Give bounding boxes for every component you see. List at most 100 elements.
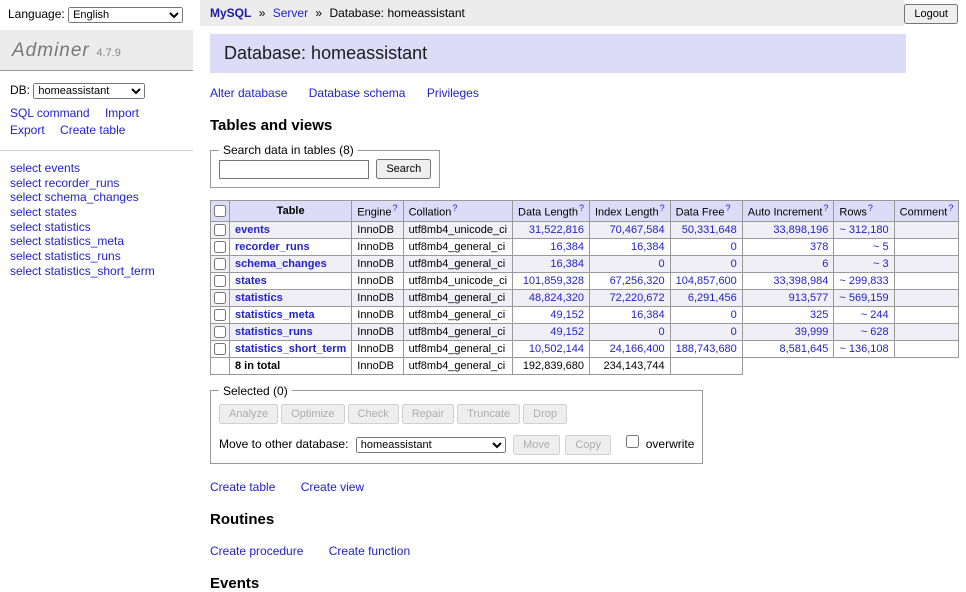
db-select[interactable]: homeassistant [33,83,145,99]
language-select[interactable]: English [68,7,183,23]
index-length-link[interactable]: 70,467,584 [610,224,665,236]
data-length-link[interactable]: 10,502,144 [529,343,584,355]
data-free-link[interactable]: 104,857,600 [676,275,737,287]
table-name-link-events[interactable]: events [235,224,270,236]
select-recorder-runs-link[interactable]: select recorder_runs [10,176,119,190]
rows-link[interactable]: ~ 299,833 [839,275,888,287]
row-checkbox-states[interactable] [214,275,226,287]
select-states-link[interactable]: select states [10,205,77,219]
breadcrumb-mysql-link[interactable]: MySQL [210,6,251,20]
breadcrumb-server-link[interactable]: Server [273,6,308,20]
sidebar-link-sql-command[interactable]: SQL command [10,106,90,120]
auto-increment-link[interactable]: 325 [810,309,828,321]
help-link-auto-increment[interactable]: ? [823,203,828,213]
search-button[interactable]: Search [376,159,431,179]
table-name-link-statistics_meta[interactable]: statistics_meta [235,309,315,321]
action-link-create-function[interactable]: Create function [329,544,410,558]
auto-increment-link[interactable]: 33,398,984 [773,275,828,287]
auto-increment-link[interactable]: 378 [810,241,828,253]
data-length-link[interactable]: 16,384 [550,241,584,253]
row-checkbox-events[interactable] [214,224,226,236]
bulk-repair-button[interactable]: Repair [402,404,454,424]
data-free-link[interactable]: 0 [731,326,737,338]
data-free-link[interactable]: 50,331,648 [682,224,737,236]
table-name-link-statistics[interactable]: statistics [235,292,283,304]
auto-increment-link[interactable]: 8,581,645 [779,343,828,355]
auto-increment-link[interactable]: 39,999 [795,326,829,338]
rows-link[interactable]: ~ 569,159 [839,292,888,304]
data-length-link[interactable]: 31,522,816 [529,224,584,236]
data-free-link[interactable]: 0 [731,241,737,253]
row-checkbox-statistics_meta[interactable] [214,309,226,321]
sidebar-link-import[interactable]: Import [105,106,139,120]
data-free-link[interactable]: 188,743,680 [676,343,737,355]
select-statistics-link[interactable]: select statistics [10,220,91,234]
help-link-collation[interactable]: ? [452,203,457,213]
help-link-engine[interactable]: ? [393,203,398,213]
move-db-select[interactable]: homeassistant [356,437,506,453]
bulk-analyze-button[interactable]: Analyze [219,404,278,424]
rows-link[interactable]: ~ 136,108 [839,343,888,355]
row-checkbox-recorder_runs[interactable] [214,241,226,253]
index-length-link[interactable]: 16,384 [631,241,665,253]
nav-link-database-schema[interactable]: Database schema [309,86,406,100]
index-length-link[interactable]: 67,256,320 [610,275,665,287]
data-length-link[interactable]: 49,152 [550,309,584,321]
rows-link[interactable]: ~ 628 [861,326,889,338]
select-statistics-short-term-link[interactable]: select statistics_short_term [10,264,155,278]
table-name-link-statistics_short_term[interactable]: statistics_short_term [235,343,346,355]
help-link-rows[interactable]: ? [868,203,873,213]
data-length-link[interactable]: 48,824,320 [529,292,584,304]
bulk-optimize-button[interactable]: Optimize [281,404,344,424]
select-events-link[interactable]: select events [10,161,80,175]
sidebar-link-export[interactable]: Export [10,123,45,137]
table-name-link-states[interactable]: states [235,275,267,287]
action-link-create-view[interactable]: Create view [301,480,364,494]
rows-link[interactable]: ~ 312,180 [839,224,888,236]
auto-increment-link[interactable]: 33,898,196 [773,224,828,236]
select-statistics-runs-link[interactable]: select statistics_runs [10,249,121,263]
row-checkbox-statistics[interactable] [214,292,226,304]
help-link-data-free[interactable]: ? [726,203,731,213]
index-length-link[interactable]: 0 [659,326,665,338]
row-checkbox-statistics_runs[interactable] [214,326,226,338]
help-link-index-length[interactable]: ? [660,203,665,213]
bulk-truncate-button[interactable]: Truncate [457,404,520,424]
data-free-link[interactable]: 0 [731,258,737,270]
search-input[interactable] [219,160,369,179]
select-all-checkbox[interactable] [214,205,226,217]
index-length-link[interactable]: 16,384 [631,309,665,321]
data-free-link[interactable]: 0 [731,309,737,321]
move-button[interactable]: Move [513,435,560,455]
data-length-link[interactable]: 101,859,328 [523,275,584,287]
select-schema-changes-link[interactable]: select schema_changes [10,190,139,204]
index-length-link[interactable]: 72,220,672 [610,292,665,304]
row-checkbox-schema_changes[interactable] [214,258,226,270]
data-length-link[interactable]: 16,384 [550,258,584,270]
sidebar-link-create-table[interactable]: Create table [60,123,125,137]
auto-increment-link[interactable]: 913,577 [789,292,829,304]
copy-button[interactable]: Copy [565,435,611,455]
help-link-comment[interactable]: ? [948,203,953,213]
index-length-link[interactable]: 24,166,400 [610,343,665,355]
rows-link[interactable]: ~ 5 [873,241,889,253]
adminer-logo[interactable]: Adminer [12,40,90,61]
index-length-link[interactable]: 0 [659,258,665,270]
nav-link-privileges[interactable]: Privileges [427,86,479,100]
row-checkbox-statistics_short_term[interactable] [214,343,226,355]
table-name-link-recorder_runs[interactable]: recorder_runs [235,241,310,253]
table-name-link-statistics_runs[interactable]: statistics_runs [235,326,313,338]
table-name-link-schema_changes[interactable]: schema_changes [235,258,327,270]
auto-increment-link[interactable]: 6 [822,258,828,270]
data-length-link[interactable]: 49,152 [550,326,584,338]
nav-link-alter-database[interactable]: Alter database [210,86,287,100]
rows-link[interactable]: ~ 244 [861,309,889,321]
bulk-check-button[interactable]: Check [348,404,399,424]
action-link-create-table[interactable]: Create table [210,480,275,494]
help-link-data-length[interactable]: ? [579,203,584,213]
data-free-link[interactable]: 6,291,456 [688,292,737,304]
bulk-drop-button[interactable]: Drop [523,404,567,424]
action-link-create-procedure[interactable]: Create procedure [210,544,303,558]
rows-link[interactable]: ~ 3 [873,258,889,270]
select-statistics-meta-link[interactable]: select statistics_meta [10,234,124,248]
